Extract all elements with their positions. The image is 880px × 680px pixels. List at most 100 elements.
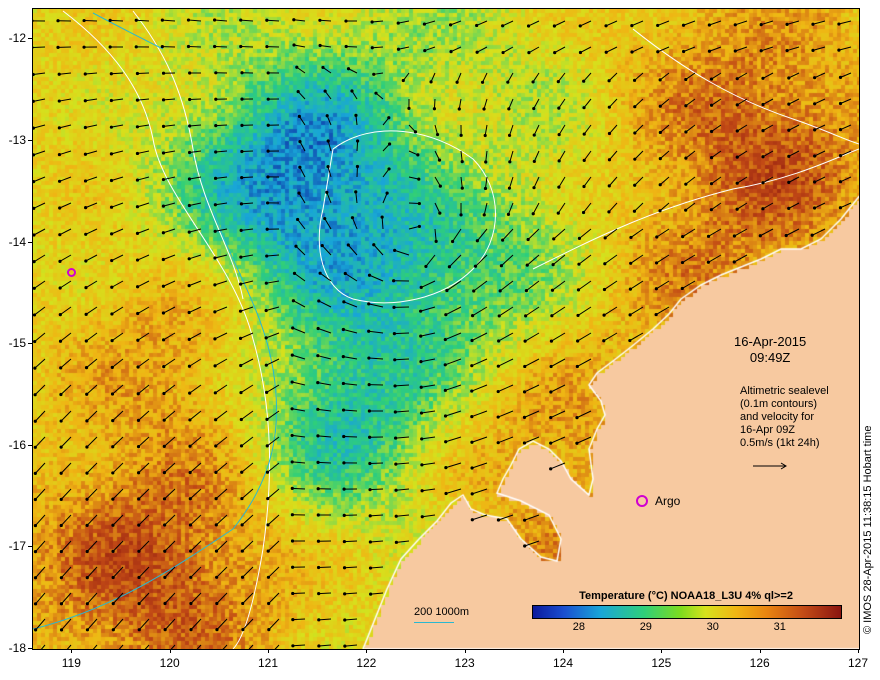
velocity-arrow (351, 217, 358, 230)
velocity-arrow (634, 202, 644, 212)
velocity-arrow-head (459, 213, 463, 217)
velocity-arrow (396, 540, 410, 543)
legend-tick: 30 (706, 621, 719, 633)
velocity-arrow-head (267, 628, 271, 632)
velocity-arrow (189, 254, 202, 260)
velocity-arrow-head (525, 263, 529, 267)
velocity-arrow-head (83, 179, 88, 183)
velocity-arrow (604, 254, 618, 265)
velocity-arrow (840, 72, 852, 78)
velocity-arrow-head (83, 99, 87, 103)
velocity-arrow (445, 436, 462, 443)
velocity-arrow-head (239, 444, 244, 448)
velocity-arrow-head (628, 338, 632, 343)
velocity-arrow (685, 176, 696, 185)
velocity-arrow (344, 592, 358, 595)
lat-tick-label: -14 (8, 234, 26, 249)
velocity-arrow-head (787, 154, 791, 158)
velocity-arrow (34, 332, 46, 342)
velocity-arrow-head (385, 191, 389, 195)
velocity-arrow-head (264, 308, 268, 313)
velocity-arrow (840, 124, 852, 131)
velocity-arrow-head (394, 488, 398, 492)
legend-title: Temperature (°C) NOAA18_L3U 4% ql>=2 (579, 590, 793, 602)
velocity-arrow (533, 176, 540, 188)
velocity-arrow (85, 124, 98, 129)
velocity-arrow (608, 176, 618, 187)
velocity-arrow-head (266, 123, 270, 127)
velocity-arrow-head (367, 409, 371, 413)
velocity-arrow (163, 280, 176, 287)
velocity-arrow-head (838, 180, 843, 184)
velocity-arrow-head (735, 155, 739, 159)
velocity-arrow-head (607, 105, 611, 109)
velocity-arrow (214, 306, 228, 313)
velocity-arrow (382, 192, 388, 204)
velocity-arrow-head (449, 49, 453, 54)
velocity-arrow-head (684, 208, 688, 212)
velocity-arrow (321, 245, 332, 256)
velocity-arrow-head (135, 98, 140, 102)
velocity-arrow-head (161, 338, 166, 342)
velocity-arrow (580, 20, 592, 27)
velocity-arrow (163, 410, 176, 421)
velocity-arrow-head (607, 158, 612, 162)
velocity-arrow (737, 124, 748, 132)
velocity-arrow-head (321, 65, 325, 70)
velocity-arrow (524, 384, 540, 393)
velocity-arrow-head (161, 284, 165, 288)
velocity-arrow-head (188, 470, 192, 475)
velocity-arrow-head (162, 497, 167, 501)
velocity-arrow (267, 514, 280, 526)
velocity-arrow (471, 384, 488, 392)
velocity-arrow-head (161, 177, 166, 182)
velocity-arrow-head (346, 243, 350, 247)
velocity-arrow (318, 592, 332, 595)
velocity-arrow-head (213, 203, 217, 207)
velocity-arrow (86, 410, 98, 422)
velocity-arrow (242, 618, 254, 630)
velocity-arrow (576, 436, 592, 444)
velocity-arrow-head (213, 391, 217, 395)
velocity-arrow-head (85, 471, 89, 475)
velocity-arrow (558, 124, 566, 135)
velocity-arrow (292, 461, 306, 464)
velocity-arrow (840, 98, 852, 104)
velocity-arrow-head (189, 628, 193, 632)
velocity-arrow-head (557, 185, 561, 189)
velocity-arrow-head (320, 243, 324, 248)
velocity-arrow-head (213, 176, 218, 180)
velocity-arrow-head (532, 186, 536, 190)
velocity-arrow (298, 192, 306, 204)
velocity-arrow (711, 176, 722, 185)
velocity-arrow (242, 566, 254, 578)
velocity-arrow (215, 436, 228, 447)
velocity-arrow (317, 355, 332, 360)
velocity-arrow-head (784, 233, 788, 238)
velocity-arrow-head (239, 255, 243, 259)
velocity-arrow-head (682, 49, 686, 54)
velocity-arrow-head (341, 355, 345, 359)
velocity-arrow (164, 618, 176, 631)
velocity-arrow-head (265, 227, 269, 231)
velocity-arrow-head (186, 44, 191, 49)
velocity-arrow-head (681, 235, 685, 239)
lat-tick (28, 444, 32, 446)
velocity-arrow (33, 124, 46, 129)
velocity-arrow-head (342, 487, 346, 491)
velocity-arrow (59, 280, 72, 289)
velocity-arrow (550, 436, 566, 444)
info-box: Altimetric sealevel (0.1m contours) and … (740, 385, 829, 450)
velocity-arrow-head (810, 233, 814, 237)
velocity-arrow (524, 514, 540, 521)
velocity-arrow (33, 46, 46, 48)
velocity-arrow-head (213, 256, 217, 260)
velocity-arrow (395, 462, 410, 465)
velocity-arrow-head (59, 497, 63, 501)
velocity-arrow (59, 72, 72, 75)
velocity-arrow (111, 150, 124, 155)
velocity-arrow-head (654, 261, 659, 265)
velocity-arrow (85, 202, 98, 209)
velocity-arrow-head (33, 576, 38, 580)
velocity-arrow-head (812, 206, 817, 210)
